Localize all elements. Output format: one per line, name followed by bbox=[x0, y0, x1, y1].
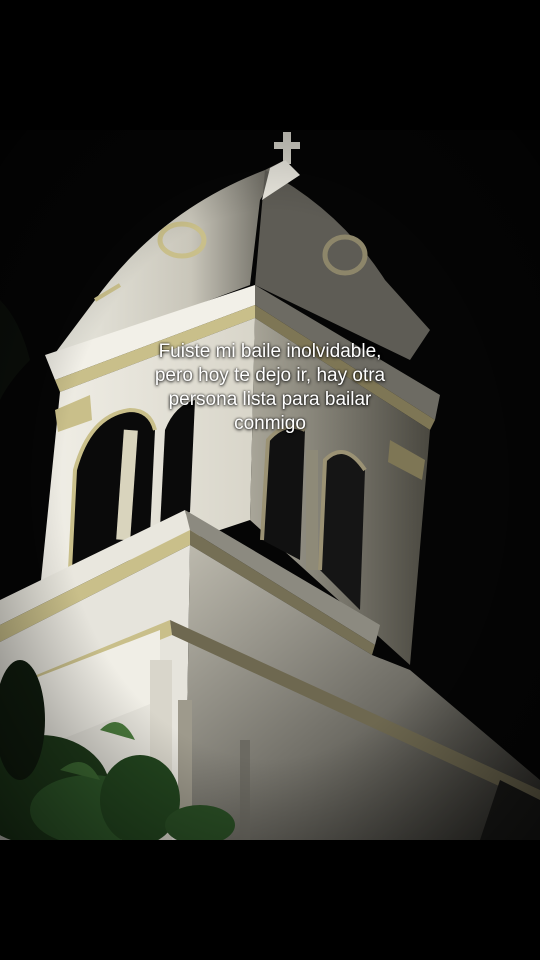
video-frame: Fuiste mi baile inolvidable, pero hoy te… bbox=[0, 0, 540, 960]
bell-tower-photo bbox=[0, 0, 540, 960]
caption-line-1: Fuiste mi baile inolvidable, bbox=[158, 341, 382, 362]
caption-line-3: persona lista para bailar bbox=[168, 389, 372, 410]
caption-line-4: conmigo bbox=[234, 413, 306, 434]
caption-line-2: pero hoy te dejo ir, hay otra bbox=[154, 365, 386, 386]
overlay-caption: Fuiste mi baile inolvidable, pero hoy te… bbox=[120, 340, 420, 436]
